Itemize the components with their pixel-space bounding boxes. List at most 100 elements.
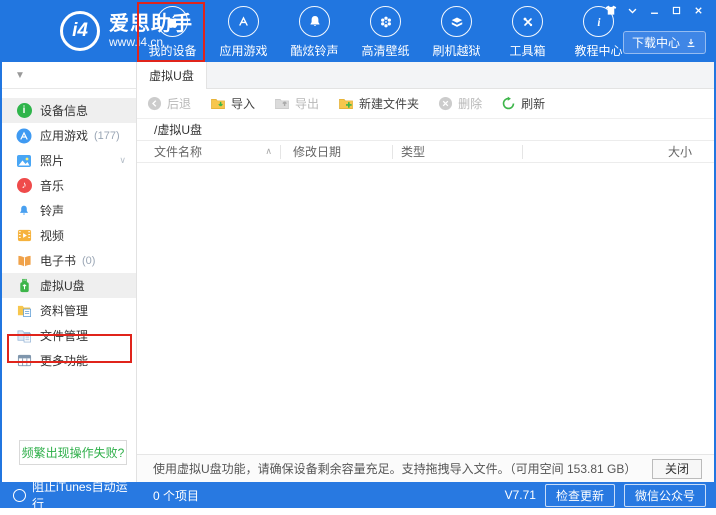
bell-icon <box>299 6 330 37</box>
sidebar-item-music[interactable]: ♪ 音乐 <box>2 173 136 198</box>
import-icon <box>210 96 226 111</box>
photo-icon <box>16 153 32 169</box>
logo-badge-text: i4 <box>72 20 88 42</box>
grid-icon <box>16 353 32 369</box>
sidebar-item-label: 应用游戏 <box>40 127 88 144</box>
toggle-circle-icon[interactable] <box>13 489 26 502</box>
sidebar-item-ebooks[interactable]: 电子书 (0) <box>2 248 136 273</box>
nav-wallpapers[interactable]: 高清壁纸 <box>350 6 421 59</box>
i4-logo-icon: i4 <box>60 11 100 51</box>
column-type[interactable]: 类型 <box>392 145 522 159</box>
sidebar: ▼ i 设备信息 应用游戏 (177) 照 <box>2 62 137 482</box>
status-bar: 阻止iTunes自动运行 0 个项目 V7.71 检查更新 微信公众号 <box>0 482 716 508</box>
sidebar-item-device-info[interactable]: i 设备信息 <box>2 98 136 123</box>
notice-close-button[interactable]: 关闭 <box>652 459 702 479</box>
back-button[interactable]: 后退 <box>147 95 191 112</box>
item-count: 0 个项目 <box>153 487 199 504</box>
sidebar-item-data-management[interactable]: 资料管理 <box>2 298 136 323</box>
download-center-button[interactable]: 下载中心 <box>623 31 706 54</box>
folder-file-icon <box>16 328 32 344</box>
book-icon <box>16 253 32 269</box>
music-icon: ♪ <box>16 178 32 194</box>
sidebar-item-label: 电子书 <box>40 252 76 269</box>
sidebar-item-ringtones[interactable]: 铃声 <box>2 198 136 223</box>
breadcrumb-path: /虚拟U盘 <box>137 119 714 141</box>
tab-strip: 虚拟U盘 <box>137 62 714 89</box>
nav-my-device[interactable]: 我的设备 <box>137 6 208 59</box>
window-controls <box>603 4 706 17</box>
export-button[interactable]: 导出 <box>274 95 319 112</box>
new-folder-icon <box>338 96 354 111</box>
menu-chevron-icon[interactable] <box>625 4 640 17</box>
box-icon <box>441 6 472 37</box>
sidebar-item-label: 更多功能 <box>40 352 88 369</box>
nav-toolbox[interactable]: 工具箱 <box>492 6 563 59</box>
sidebar-item-count: (0) <box>82 255 95 267</box>
sort-asc-icon: ∧ <box>265 146 272 157</box>
tab-virtual-usb[interactable]: 虚拟U盘 <box>137 62 207 89</box>
delete-button[interactable]: 删除 <box>438 95 482 112</box>
sidebar-item-videos[interactable]: 视频 <box>2 223 136 248</box>
folder-document-icon <box>16 303 32 319</box>
sidebar-item-count: (177) <box>94 130 120 142</box>
download-icon <box>685 37 697 49</box>
nav-ringtones[interactable]: 酷炫铃声 <box>279 6 350 59</box>
check-update-button[interactable]: 检查更新 <box>545 484 615 507</box>
theme-skin-icon[interactable] <box>603 4 618 17</box>
maximize-button[interactable] <box>669 4 684 17</box>
expand-chevron-icon[interactable]: ∨ <box>119 155 126 166</box>
delete-icon <box>438 96 453 111</box>
chevron-down-icon: ▼ <box>15 70 25 81</box>
sidebar-item-photos[interactable]: 照片 ∨ <box>2 148 136 173</box>
export-icon <box>274 96 290 111</box>
itunes-toggle[interactable]: 阻止iTunes自动运行 <box>0 478 137 512</box>
status-bar-right: V7.71 检查更新 微信公众号 <box>505 484 716 507</box>
operation-failure-help-button[interactable]: 频繁出现操作失败? <box>19 440 127 465</box>
refresh-button[interactable]: 刷新 <box>501 95 545 112</box>
sidebar-menu: i 设备信息 应用游戏 (177) 照片 ∨ <box>2 98 136 373</box>
back-icon <box>147 96 162 111</box>
device-selector-dropdown[interactable]: ▼ <box>2 62 136 89</box>
svg-text:i: i <box>597 16 601 28</box>
tools-icon <box>512 6 543 37</box>
sidebar-item-file-management[interactable]: 文件管理 <box>2 323 136 348</box>
appstore-icon <box>16 128 32 144</box>
sidebar-item-label: 资料管理 <box>40 302 88 319</box>
minimize-button[interactable] <box>647 4 662 17</box>
sidebar-item-label: 设备信息 <box>40 102 88 119</box>
notice-text: 使用虚拟U盘功能，请确保设备剩余容量充足。支持拖拽导入文件。（可用空间 153.… <box>153 460 636 477</box>
sidebar-item-label: 音乐 <box>40 177 64 194</box>
main-panel: 虚拟U盘 后退 导入 导出 新建文件夹 <box>137 62 714 482</box>
sidebar-item-more-features[interactable]: 更多功能 <box>2 348 136 373</box>
table-header: 文件名称 ∧ 修改日期 类型 大小 <box>137 141 714 163</box>
primary-nav: 我的设备 应用游戏 酷炫铃声 高清壁纸 <box>137 6 634 59</box>
download-center-label: 下载中心 <box>632 34 680 51</box>
close-button[interactable] <box>691 4 706 17</box>
nav-ringtones-label: 酷炫铃声 <box>290 42 338 59</box>
usb-drive-icon <box>16 278 32 294</box>
column-modified-date[interactable]: 修改日期 <box>280 145 392 159</box>
sidebar-item-label: 照片 <box>40 152 64 169</box>
column-file-name[interactable]: 文件名称 ∧ <box>137 145 280 159</box>
file-list-empty-area[interactable] <box>137 163 714 454</box>
new-folder-button[interactable]: 新建文件夹 <box>338 95 419 112</box>
nav-tutorials-label: 教程中心 <box>574 42 622 59</box>
import-button[interactable]: 导入 <box>210 95 255 112</box>
wechat-official-button[interactable]: 微信公众号 <box>624 484 706 507</box>
nav-apps-games[interactable]: 应用游戏 <box>208 6 279 59</box>
itunes-toggle-label: 阻止iTunes自动运行 <box>32 478 137 512</box>
sidebar-item-apps-games[interactable]: 应用游戏 (177) <box>2 123 136 148</box>
apple-icon <box>157 6 188 37</box>
nav-toolbox-label: 工具箱 <box>509 42 545 59</box>
top-nav-bar: i4 爱思助手 www.i4.cn 我的设备 应用游戏 <box>0 0 716 62</box>
file-toolbar: 后退 导入 导出 新建文件夹 删除 <box>137 89 714 119</box>
nav-flash-jailbreak-label: 刷机越狱 <box>432 42 480 59</box>
notice-bar: 使用虚拟U盘功能，请确保设备剩余容量充足。支持拖拽导入文件。（可用空间 153.… <box>137 454 714 482</box>
nav-flash-jailbreak[interactable]: 刷机越狱 <box>421 6 492 59</box>
nav-my-device-label: 我的设备 <box>148 42 196 59</box>
app-window: i4 爱思助手 www.i4.cn 我的设备 应用游戏 <box>0 0 716 508</box>
column-size[interactable]: 大小 <box>522 145 714 159</box>
device-info-icon: i <box>16 103 32 119</box>
sidebar-item-label: 虚拟U盘 <box>40 277 85 294</box>
sidebar-item-virtual-usb[interactable]: 虚拟U盘 <box>2 273 136 298</box>
